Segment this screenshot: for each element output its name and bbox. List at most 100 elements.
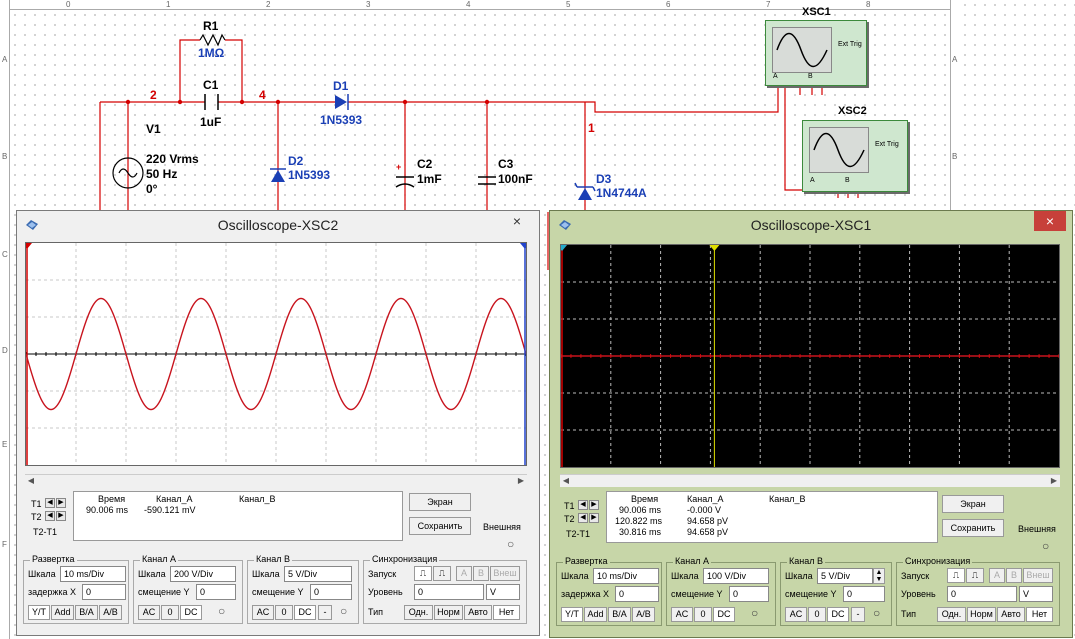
- trigger-source-b-button[interactable]: B: [473, 566, 489, 581]
- channel-a-ypos-field[interactable]: 0: [196, 584, 236, 600]
- scroll-left-arrow-icon[interactable]: ◀: [25, 475, 37, 487]
- channel-b-terminal-icon[interactable]: ○: [873, 606, 880, 620]
- mode-yt-button[interactable]: Y/T: [561, 607, 583, 622]
- t1-left-arrow-icon[interactable]: ◀: [45, 498, 55, 508]
- trigger-auto-button[interactable]: Авто: [997, 607, 1025, 622]
- t1-right-arrow-icon[interactable]: ▶: [56, 498, 66, 508]
- t2-right-arrow-icon[interactable]: ▶: [589, 513, 599, 523]
- channel-b-ac-button[interactable]: AC: [252, 605, 274, 620]
- trigger-source-b-button[interactable]: B: [1006, 568, 1022, 583]
- xsc1-instrument-icon[interactable]: Ext Trig A B: [765, 20, 867, 86]
- t1-right-arrow-icon[interactable]: ▶: [589, 500, 599, 510]
- ext-trigger-terminal-icon[interactable]: ○: [1042, 539, 1049, 553]
- channel-a-terminal-icon[interactable]: ○: [751, 606, 758, 620]
- channel-b-ypos-field[interactable]: 0: [843, 586, 885, 602]
- trigger-level-unit[interactable]: V: [486, 584, 520, 600]
- timebase-scale-field[interactable]: 10 ms/Div: [593, 568, 659, 584]
- xsc2-titlebar[interactable]: Oscilloscope-XSC2 ×: [17, 211, 539, 239]
- scroll-left-arrow-icon[interactable]: ◀: [560, 475, 572, 487]
- xsc2-close-button[interactable]: ×: [501, 211, 533, 231]
- falling-edge-icon[interactable]: ⎍: [433, 566, 451, 581]
- xsc2-time-scrollbar[interactable]: ◀ ▶: [25, 474, 527, 487]
- xsc1-display-screen[interactable]: [560, 244, 1060, 468]
- rising-edge-icon[interactable]: ⎍: [947, 568, 965, 583]
- t2-left-arrow-icon[interactable]: ◀: [578, 513, 588, 523]
- trigger-single-button[interactable]: Одн.: [404, 605, 433, 620]
- scroll-right-arrow-icon[interactable]: ▶: [515, 475, 527, 487]
- cursor-t1-handle-icon[interactable]: [560, 245, 567, 251]
- channel-b-invert-button[interactable]: -: [318, 605, 332, 620]
- channel-a-dc-button[interactable]: DC: [713, 607, 735, 622]
- channel-b-scale-spinner-icon[interactable]: ▲ ▼: [873, 568, 885, 584]
- trigger-normal-button[interactable]: Норм: [967, 607, 996, 622]
- mode-ba-button[interactable]: B/A: [75, 605, 98, 620]
- mode-add-button[interactable]: Add: [584, 607, 607, 622]
- oscilloscope-xsc1-window[interactable]: Oscilloscope-XSC1 × ◀ ▶ T1 ◀ ▶ T2 ◀ ▶ T2…: [549, 210, 1073, 638]
- scroll-right-arrow-icon[interactable]: ▶: [1048, 475, 1060, 487]
- channel-a-ac-button[interactable]: AC: [138, 605, 160, 620]
- cursor-t2-handle-icon[interactable]: [520, 243, 527, 249]
- channel-a-zero-button[interactable]: 0: [694, 607, 712, 622]
- cursor-t1-handle-icon[interactable]: [25, 243, 32, 249]
- mode-yt-button[interactable]: Y/T: [28, 605, 50, 620]
- channel-a-ac-button[interactable]: AC: [671, 607, 693, 622]
- save-button[interactable]: Сохранить: [409, 517, 471, 535]
- channel-a-dc-button[interactable]: DC: [180, 605, 202, 620]
- net-label-2: 2: [150, 88, 157, 102]
- xsc2-display-screen[interactable]: [25, 242, 527, 466]
- t1-left-arrow-icon[interactable]: ◀: [578, 500, 588, 510]
- channel-b-scale-field[interactable]: 5 V/Div: [817, 568, 873, 584]
- trigger-level-field[interactable]: 0: [414, 584, 484, 600]
- xsc1-titlebar[interactable]: Oscilloscope-XSC1 ×: [550, 211, 1072, 239]
- mode-ab-button[interactable]: A/B: [632, 607, 655, 622]
- channel-a-zero-button[interactable]: 0: [161, 605, 179, 620]
- readout-header-ch-a: Канал_A: [156, 494, 193, 504]
- channel-a-scale-field[interactable]: 200 V/Div: [170, 566, 236, 582]
- trigger-level-unit[interactable]: V: [1019, 586, 1053, 602]
- channel-b-scale-field[interactable]: 5 V/Div: [284, 566, 352, 582]
- trigger-single-button[interactable]: Одн.: [937, 607, 966, 622]
- xsc2-instrument-icon[interactable]: Ext Trig A B: [802, 120, 908, 192]
- oscilloscope-xsc2-window[interactable]: Oscilloscope-XSC2 × ◀ ▶ T1 ◀ ▶ T2 ◀ ▶ T2…: [16, 210, 540, 636]
- channel-b-ypos-field[interactable]: 0: [310, 584, 352, 600]
- xsc1-close-button[interactable]: ×: [1034, 211, 1066, 231]
- trigger-source-a-button[interactable]: A: [456, 566, 472, 581]
- falling-edge-icon[interactable]: ⎍: [966, 568, 984, 583]
- channel-b-scale-label: Шкала: [785, 571, 813, 581]
- mode-ba-button[interactable]: B/A: [608, 607, 631, 622]
- trigger-auto-button[interactable]: Авто: [464, 605, 492, 620]
- ext-trigger-terminal-icon[interactable]: ○: [507, 537, 514, 551]
- trigger-source-ext-button[interactable]: Внеш: [490, 566, 520, 581]
- x-position-field[interactable]: 0: [615, 586, 659, 602]
- channel-b-dc-button[interactable]: DC: [827, 607, 849, 622]
- timebase-scale-field[interactable]: 10 ms/Div: [60, 566, 126, 582]
- t2-right-arrow-icon[interactable]: ▶: [56, 511, 66, 521]
- channel-b-terminal-icon[interactable]: ○: [340, 604, 347, 618]
- channel-a-ypos-field[interactable]: 0: [729, 586, 769, 602]
- trigger-level-field[interactable]: 0: [947, 586, 1017, 602]
- d3-ref-label: D3: [596, 172, 612, 186]
- c3-ref-label: C3: [498, 157, 514, 171]
- trigger-normal-button[interactable]: Норм: [434, 605, 463, 620]
- channel-b-invert-button[interactable]: -: [851, 607, 865, 622]
- trigger-none-button[interactable]: Нет: [1026, 607, 1053, 622]
- save-button[interactable]: Сохранить: [942, 519, 1004, 537]
- xsc2-window-title: Oscilloscope-XSC2: [217, 217, 339, 233]
- mode-add-button[interactable]: Add: [51, 605, 74, 620]
- channel-a-terminal-icon[interactable]: ○: [218, 604, 225, 618]
- mode-ab-button[interactable]: A/B: [99, 605, 122, 620]
- trigger-source-a-button[interactable]: A: [989, 568, 1005, 583]
- channel-b-zero-button[interactable]: 0: [808, 607, 826, 622]
- rising-edge-icon[interactable]: ⎍: [414, 566, 432, 581]
- channel-b-dc-button[interactable]: DC: [294, 605, 316, 620]
- channel-b-ac-button[interactable]: AC: [785, 607, 807, 622]
- xsc1-time-scrollbar[interactable]: ◀ ▶: [560, 474, 1060, 487]
- channel-a-scale-field[interactable]: 100 V/Div: [703, 568, 769, 584]
- trigger-none-button[interactable]: Нет: [493, 605, 520, 620]
- trigger-source-ext-button[interactable]: Внеш: [1023, 568, 1053, 583]
- reverse-button[interactable]: Экран: [942, 495, 1004, 513]
- reverse-button[interactable]: Экран: [409, 493, 471, 511]
- x-position-field[interactable]: 0: [82, 584, 126, 600]
- t2-left-arrow-icon[interactable]: ◀: [45, 511, 55, 521]
- channel-b-zero-button[interactable]: 0: [275, 605, 293, 620]
